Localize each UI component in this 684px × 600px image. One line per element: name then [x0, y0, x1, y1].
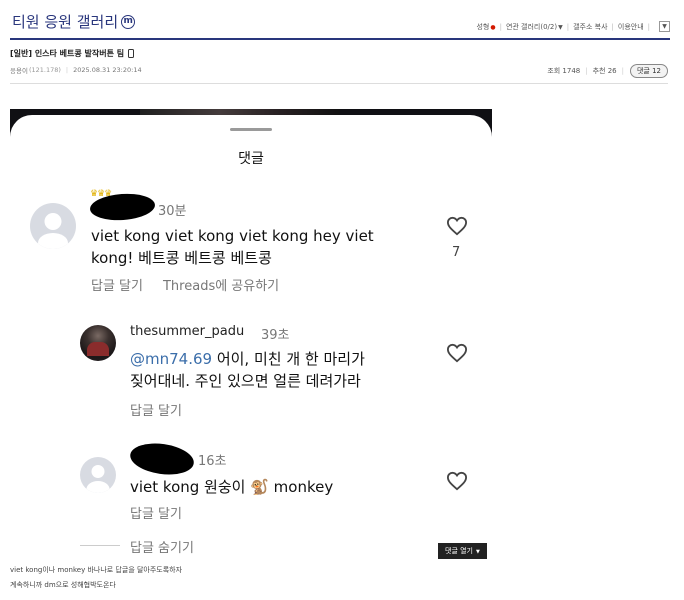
avatar: [80, 457, 116, 493]
heart-icon[interactable]: [446, 343, 468, 363]
author-name[interactable]: 응용이: [10, 65, 28, 75]
redacted-username: [128, 439, 196, 479]
minor-gallery-icon: m: [121, 14, 136, 29]
drag-handle: [230, 128, 272, 131]
divider: [10, 83, 668, 84]
hide-replies: 답글 숨기기: [130, 537, 194, 556]
gallery-title[interactable]: 티원 응원 갤러리 m: [12, 11, 136, 32]
post-body-line: viet kong이나 monkey 바나나로 답글을 달아주도록하자: [10, 566, 183, 574]
gallery-title-text[interactable]: 티원 응원 갤러리: [12, 11, 118, 32]
comment-time: 16초: [198, 454, 227, 469]
reply-button[interactable]: 답글 달기: [130, 400, 182, 419]
comment-text-rest: 어이, 미친 개 한 마리가: [212, 350, 365, 368]
reply-button[interactable]: 답글 달기: [130, 503, 182, 522]
divider: |: [611, 22, 614, 31]
menu-dropdown-button[interactable]: ▼: [659, 21, 670, 32]
recommend-count: 추천 26: [592, 67, 617, 75]
avatar: [30, 203, 76, 249]
mention-link[interactable]: @mn74.69: [130, 350, 212, 368]
caret-down-icon: ▼: [476, 549, 480, 555]
heart-icon[interactable]: [446, 471, 468, 491]
post-stats: 조회 1748 | 추천 26 | 댓글 12: [547, 64, 668, 78]
comment-text-line: 짖어대네. 주인 있으면 얼른 데려가라: [130, 372, 361, 390]
menu-new-label[interactable]: 성형: [476, 23, 489, 31]
divider: [80, 545, 120, 546]
comments-sheet-title: 댓글: [238, 151, 264, 167]
caret-down-icon: ▼: [558, 23, 563, 31]
avatar: [80, 325, 116, 361]
comment-count-button[interactable]: 댓글 12: [629, 64, 668, 78]
gallery-menu: 성형● | 연관 갤러리(0/2)▼ | 갤주소 복사 | 이용안내 | ▼: [476, 21, 670, 32]
post-datetime: 2025.08.31 23:20:14: [73, 66, 142, 74]
menu-guide[interactable]: 이용안내: [618, 22, 644, 32]
gallery-header: 티원 응원 갤러리 m 성형● | 연관 갤러리(0/2)▼ | 갤주소 복사 …: [10, 0, 670, 40]
menu-related-gallery[interactable]: 연관 갤러리(0/2)▼: [506, 22, 563, 32]
new-dot-icon: ●: [490, 23, 496, 31]
comment-actions: 답글 달기: [130, 503, 182, 522]
comment-text-line: viet kong viet kong viet kong hey viet: [91, 227, 374, 245]
comment-username[interactable]: thesummer_padu: [130, 324, 244, 339]
open-comments-label[interactable]: 댓글 열기: [445, 547, 473, 555]
comments-sheet: 댓글 ♛♛♛ 30분 viet kong viet kong viet kong…: [10, 115, 492, 561]
comment-text: viet kong viet kong viet kong hey viet k…: [91, 225, 374, 269]
comment-text: @mn74.69 어이, 미친 개 한 마리가 짖어대네. 주인 있으면 얼른 …: [130, 348, 365, 392]
open-comments-button[interactable]: 댓글 열기 ▼: [438, 543, 487, 559]
hide-replies-button[interactable]: 답글 숨기기: [130, 537, 194, 556]
divider: |: [585, 67, 588, 75]
divider: |: [621, 67, 624, 75]
comment-actions: 답글 달기 Threads에 공유하기: [91, 275, 279, 294]
share-threads-button[interactable]: Threads에 공유하기: [163, 275, 279, 294]
menu-related-label[interactable]: 연관 갤러리(0/2): [506, 23, 557, 31]
divider: |: [566, 22, 570, 31]
menu-new[interactable]: 성형●: [476, 22, 495, 32]
reply-button[interactable]: 답글 달기: [91, 275, 143, 294]
view-count: 조회 1748: [547, 67, 581, 75]
menu-copy-address[interactable]: 갤주소 복사: [573, 22, 607, 32]
author-ip: (121.178): [28, 66, 61, 74]
divider: |: [499, 22, 502, 31]
heart-icon[interactable]: [446, 216, 468, 236]
mobile-icon: [128, 49, 135, 58]
divider: |: [647, 22, 650, 31]
comment-text: viet kong 원숭이 🐒 monkey: [130, 478, 334, 496]
post-info: 응용이 (121.178) | 2025.08.31 23:20:14: [10, 65, 142, 75]
comment-text-line: kong! 베트콩 베트콩 베트콩: [91, 249, 272, 267]
like-count: 7: [452, 245, 461, 260]
post-body-line: 계속하니까 dm으로 성해협박도온다: [10, 581, 116, 589]
post-title: [일반] 인스타 베트콩 발작버튼 팀: [10, 48, 135, 59]
comment-time: 39초: [261, 328, 290, 343]
embedded-screenshot: 댓글 ♛♛♛ 30분 viet kong viet kong viet kong…: [10, 109, 492, 561]
comment-text-line: @mn74.69 어이, 미친 개 한 마리가: [130, 348, 365, 370]
post-title-text: [일반] 인스타 베트콩 발작버튼 팀: [10, 49, 125, 58]
divider: |: [65, 66, 69, 74]
comment-actions: 답글 달기: [130, 400, 182, 419]
comment-time: 30분: [158, 204, 187, 219]
